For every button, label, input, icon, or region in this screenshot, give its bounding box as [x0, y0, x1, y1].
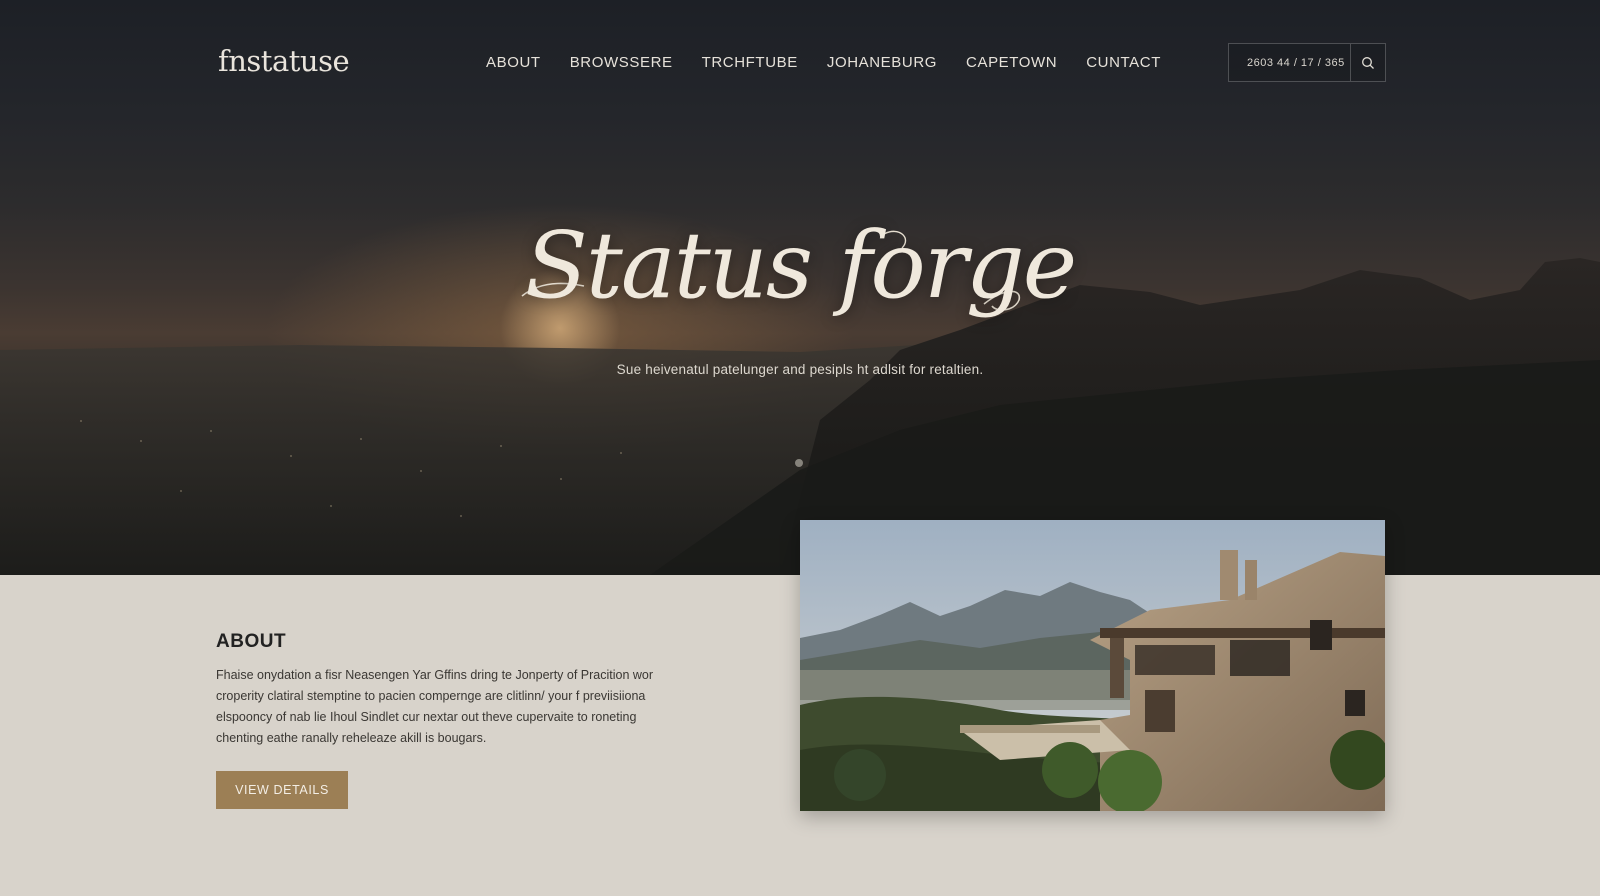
view-details-button[interactable]: VIEW DETAILS	[216, 771, 348, 809]
hero-title: Status forge	[524, 212, 1077, 319]
nav-item-contact[interactable]: CUNTACT	[1086, 54, 1161, 74]
hero-section: fnstatuse ABOUT BROWSSERE TRCHFTUBE JOHA…	[0, 0, 1600, 575]
search-icon	[1361, 56, 1374, 69]
about-text-line: chenting eathe ranally reheleaze akill i…	[216, 731, 487, 745]
about-text-line: croperity clatiral stemptine to pacien c…	[216, 689, 646, 703]
search-input[interactable]: 2603 44 / 17 / 365	[1229, 57, 1350, 69]
nav-item-capetown[interactable]: CAPETOWN	[966, 54, 1057, 74]
about-text-line: Fhaise onydation a fisr Neasengen Yar Gf…	[216, 668, 654, 682]
about-heading: ABOUT	[216, 631, 287, 652]
hero-subtitle: Sue heivenatul patelunger and pesipls ht…	[616, 362, 984, 377]
nav-item-browssere[interactable]: BROWSSERE	[570, 54, 673, 74]
property-photo	[800, 520, 1385, 811]
about-text-line: elspooncy of nab lie Ihoul Sindlet cur n…	[216, 710, 637, 724]
nav-item-about[interactable]: ABOUT	[486, 54, 541, 74]
nav-item-trchftube[interactable]: TRCHFTUBE	[702, 54, 798, 74]
site-logo[interactable]: fnstatuse	[218, 44, 350, 78]
main-nav: ABOUT BROWSSERE TRCHFTUBE JOHANEBURG CAP…	[486, 54, 1161, 74]
about-description: Fhaise onydation a fisr Neasengen Yar Gf…	[216, 665, 696, 749]
search-button[interactable]	[1349, 44, 1386, 81]
nav-item-johaneburg[interactable]: JOHANEBURG	[827, 54, 937, 74]
search-field[interactable]: 2603 44 / 17 / 365	[1228, 43, 1386, 82]
carousel-indicator[interactable]	[795, 459, 803, 467]
